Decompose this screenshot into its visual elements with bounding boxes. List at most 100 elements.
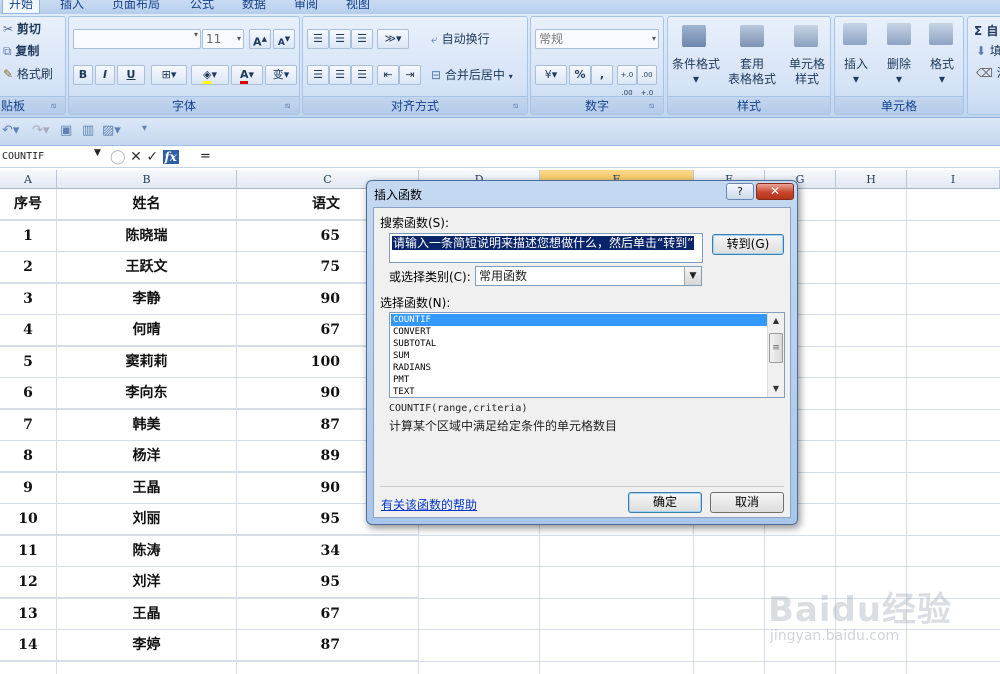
- cell-name[interactable]: 刘洋: [57, 567, 237, 598]
- cell-seq[interactable]: 12: [0, 567, 57, 598]
- percent-style-button[interactable]: %: [569, 65, 591, 85]
- cell-name[interactable]: 韩美: [57, 410, 237, 441]
- cell-chinese[interactable]: 67: [237, 599, 419, 630]
- close-button[interactable]: ✕: [756, 183, 794, 200]
- autosum-button[interactable]: Σ 自: [974, 21, 998, 41]
- decrease-decimal-button[interactable]: .00 +.0: [637, 65, 657, 97]
- cell-name[interactable]: 王晶: [57, 599, 237, 630]
- cell-seq[interactable]: 3: [0, 284, 57, 315]
- undo-icon[interactable]: ↶▾: [2, 123, 19, 138]
- orientation-button[interactable]: ≫▾: [377, 29, 409, 49]
- cell-styles-button[interactable]: 单元格 样式: [782, 57, 832, 87]
- tab-view[interactable]: 视图: [340, 0, 376, 14]
- decrease-indent-button[interactable]: ⇤: [377, 65, 399, 85]
- align-center-button[interactable]: ☰: [329, 65, 351, 85]
- function-list-item[interactable]: RADIANS: [391, 362, 767, 374]
- function-help-link[interactable]: 有关该函数的帮助: [381, 496, 477, 513]
- tab-data[interactable]: 数据: [236, 0, 272, 14]
- cell-name[interactable]: 窦莉莉: [57, 347, 237, 378]
- bold-button[interactable]: B: [73, 65, 93, 85]
- name-box[interactable]: COUNTIF: [0, 147, 106, 166]
- align-bottom-button[interactable]: ☰: [351, 29, 373, 49]
- tab-insert[interactable]: 插入: [54, 0, 90, 14]
- go-button[interactable]: 转到(G): [712, 234, 784, 255]
- cell-seq[interactable]: 9: [0, 473, 57, 504]
- number-format-combo[interactable]: 常规 ▾: [535, 29, 659, 49]
- save-icon[interactable]: ▣: [60, 123, 72, 138]
- tab-formulas[interactable]: 公式: [184, 0, 220, 14]
- cell-seq[interactable]: 10: [0, 504, 57, 535]
- listbox-scrollbar[interactable]: ▲ ≡ ▼: [767, 313, 784, 397]
- function-listbox[interactable]: COUNTIF CONVERT SUBTOTAL SUM RADIANS PMT TEXT …: [389, 312, 785, 398]
- column-header-a[interactable]: A: [0, 170, 57, 189]
- customize-toolbar-icon[interactable]: ▾: [142, 123, 147, 134]
- tab-review[interactable]: 审阅: [288, 0, 324, 14]
- dialog-launcher-icon[interactable]: ⧅: [649, 101, 659, 111]
- tab-page-layout[interactable]: 页面布局: [106, 0, 166, 14]
- align-right-button[interactable]: ☰: [351, 65, 373, 85]
- dialog-launcher-icon[interactable]: ⧅: [285, 101, 295, 111]
- cell-seq[interactable]: 8: [0, 441, 57, 472]
- clear-button[interactable]: ⌫ 清: [976, 63, 1000, 83]
- search-function-input[interactable]: 请输入一条简短说明来描述您想做什么，然后单击“转到”: [389, 233, 703, 263]
- font-name-combo[interactable]: ▾: [73, 29, 201, 49]
- cell-name[interactable]: 陈晓瑞: [57, 221, 237, 252]
- conditional-format-button[interactable]: 条件格式 ▾: [670, 57, 722, 87]
- category-select[interactable]: 常用函数 ▼: [475, 266, 702, 286]
- italic-button[interactable]: I: [95, 65, 115, 85]
- cell-name[interactable]: 王晶: [57, 473, 237, 504]
- chart-dropdown-icon[interactable]: ▨▾: [102, 123, 121, 138]
- cell-name[interactable]: 刘丽: [57, 504, 237, 535]
- chevron-down-icon[interactable]: ▼: [684, 267, 701, 285]
- increase-indent-button[interactable]: ⇥: [399, 65, 421, 85]
- header-cell-name[interactable]: 姓名: [57, 189, 237, 220]
- accounting-format-button[interactable]: ¥▾: [535, 65, 567, 85]
- cell-name[interactable]: 何晴: [57, 315, 237, 346]
- cell-seq[interactable]: 6: [0, 378, 57, 409]
- format-as-table-button[interactable]: 套用 表格格式: [722, 57, 782, 87]
- formula-input[interactable]: =: [200, 147, 211, 167]
- chevron-down-icon[interactable]: ▼: [94, 148, 101, 158]
- scroll-down-icon[interactable]: ▼: [768, 381, 784, 397]
- function-list-item[interactable]: SUBTOTAL: [391, 338, 767, 350]
- cell-seq[interactable]: 7: [0, 410, 57, 441]
- scroll-up-icon[interactable]: ▲: [768, 313, 784, 329]
- cell-chinese[interactable]: 95: [237, 567, 419, 598]
- borders-button[interactable]: ⊞▾: [151, 65, 187, 85]
- cell-seq[interactable]: 11: [0, 536, 57, 567]
- align-top-button[interactable]: ☰: [307, 29, 329, 49]
- function-list-item[interactable]: SUM: [391, 350, 767, 362]
- comma-style-button[interactable]: ,: [591, 65, 613, 85]
- align-middle-button[interactable]: ☰: [329, 29, 351, 49]
- column-header-b[interactable]: B: [57, 170, 237, 189]
- help-button[interactable]: ?: [726, 183, 754, 200]
- cell-name[interactable]: 李静: [57, 284, 237, 315]
- cut-button[interactable]: ✂ 剪切: [3, 19, 41, 39]
- cell-name[interactable]: 陈涛: [57, 536, 237, 567]
- align-left-button[interactable]: ☰: [307, 65, 329, 85]
- cell-seq[interactable]: 4: [0, 315, 57, 346]
- fill-button[interactable]: ⬇ 填: [976, 41, 1000, 61]
- cell-seq[interactable]: 1: [0, 221, 57, 252]
- header-cell-seq[interactable]: 序号: [0, 189, 57, 220]
- cell-seq[interactable]: 13: [0, 599, 57, 630]
- dialog-launcher-icon[interactable]: ⧅: [51, 101, 61, 111]
- dialog-launcher-icon[interactable]: ⧅: [513, 101, 523, 111]
- cell-name[interactable]: 杨洋: [57, 441, 237, 472]
- column-header-h[interactable]: H: [836, 170, 907, 189]
- format-cells-button[interactable]: 格式 ▾: [921, 57, 963, 87]
- chart-icon[interactable]: ▥: [82, 123, 94, 138]
- cell-chinese[interactable]: 87: [237, 630, 419, 661]
- function-list-item[interactable]: TEXT: [391, 386, 767, 397]
- phonetic-button[interactable]: 变▾: [265, 65, 297, 85]
- wrap-text-button[interactable]: ⤶ 自动换行: [431, 29, 490, 49]
- grow-font-button[interactable]: A▲: [249, 29, 271, 49]
- function-list-item[interactable]: PMT: [391, 374, 767, 386]
- cancel-button[interactable]: 取消: [710, 492, 784, 513]
- column-header-i[interactable]: I: [907, 170, 1000, 189]
- format-painter-button[interactable]: ✎ 格式刷: [3, 64, 53, 84]
- fill-color-button[interactable]: ◈▾: [191, 65, 229, 85]
- cell-seq[interactable]: 2: [0, 252, 57, 283]
- cell-name[interactable]: 李婷: [57, 630, 237, 661]
- cancel-icon[interactable]: ✕: [130, 149, 142, 165]
